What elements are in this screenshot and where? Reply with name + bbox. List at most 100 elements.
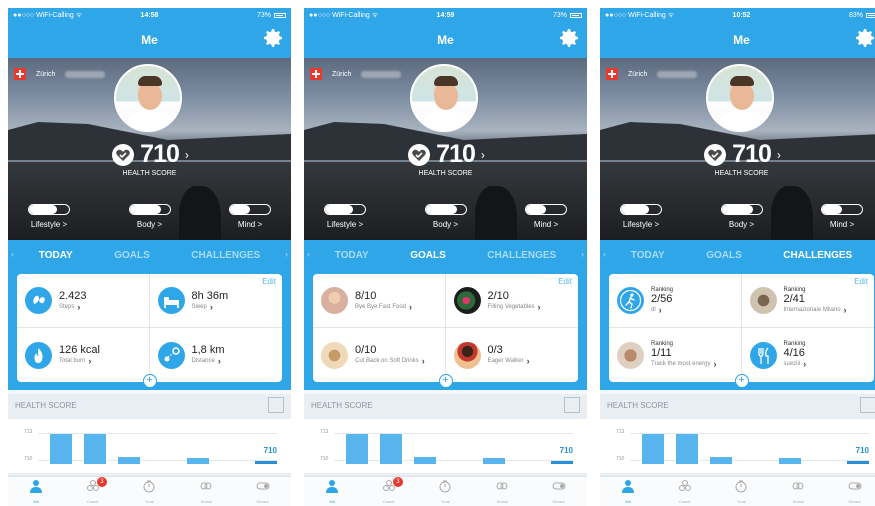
category-lifestyle[interactable]: Lifestyle >	[28, 204, 70, 229]
item-label: Cut Back on Soft Drinks	[355, 358, 419, 364]
summary-item[interactable]: 8/10 Bye Bye Fast Food ›	[313, 274, 446, 328]
battery-icon	[866, 12, 875, 18]
item-value: 2/41	[783, 292, 805, 305]
avatar[interactable]	[706, 64, 774, 132]
category-label: Mind >	[829, 220, 855, 229]
category-body[interactable]: Body >	[424, 204, 467, 229]
nav-bar: Me	[8, 22, 291, 58]
swiss-flag-icon	[14, 68, 26, 80]
item-label: dl	[651, 306, 656, 313]
avatar[interactable]	[114, 64, 182, 132]
tabbar-item-coach[interactable]: Coach	[665, 479, 705, 504]
chevron-left-icon[interactable]: ‹	[11, 249, 14, 259]
chart-bar	[118, 456, 141, 464]
tab-today[interactable]: TODAY	[335, 250, 369, 261]
battery-icon	[570, 12, 582, 18]
tab-today[interactable]: TODAY	[39, 250, 73, 261]
chart-bar	[84, 433, 107, 464]
item-label: Sleep	[191, 303, 207, 310]
tabbar-item-social[interactable]: Social	[778, 479, 818, 504]
category-mind[interactable]: Mind >	[525, 204, 567, 229]
notification-badge: 3	[96, 477, 107, 487]
add-button[interactable]: +	[438, 374, 453, 388]
tabbar-item-device[interactable]: Device	[539, 479, 579, 504]
tab-challenges[interactable]: CHALLENGES	[783, 250, 852, 261]
expand-icon[interactable]	[564, 397, 580, 413]
thumbnail	[453, 287, 481, 314]
health-score[interactable]: 710 ›	[304, 140, 587, 169]
item-label: Eager Walker	[487, 358, 524, 364]
chevron-right-icon[interactable]: ›	[581, 249, 584, 259]
summary-item[interactable]: Ranking 4/16 sueziii ›	[742, 328, 875, 382]
tabbar-item-device[interactable]: Device	[243, 479, 283, 504]
tabbar-label: Goal	[737, 499, 746, 504]
tabbar-item-device[interactable]: Device	[835, 479, 875, 504]
summary-item[interactable]: 2.423 Steps ›	[17, 274, 150, 328]
edit-button[interactable]: Edit	[854, 277, 868, 286]
chevron-right-icon[interactable]: ›	[285, 249, 288, 259]
edit-button[interactable]: Edit	[558, 277, 572, 286]
tabbar-item-me[interactable]: Me	[16, 479, 56, 504]
expand-icon[interactable]	[860, 397, 875, 413]
chevron-right-icon: ›	[77, 301, 81, 312]
add-button[interactable]: +	[734, 374, 749, 388]
tabbar-item-goal[interactable]: Goal	[721, 479, 761, 504]
summary-item[interactable]: 126 kcal Total burn ›	[17, 328, 150, 382]
health-score[interactable]: 710 ›	[600, 140, 875, 169]
item-value: 8/10	[355, 289, 377, 302]
chevron-left-icon[interactable]: ‹	[307, 249, 310, 259]
tab-goals[interactable]: GOALS	[114, 250, 150, 261]
item-value: 2.423	[59, 289, 87, 302]
chart-bar	[380, 433, 403, 464]
summary-card: Edit 8/10 Bye Bye Fast Food › 2/10 Filling…	[313, 274, 579, 388]
summary-item[interactable]: Ranking 2/56 dl ›	[609, 274, 742, 328]
heart-check-icon	[112, 143, 135, 166]
summary-item[interactable]: 0/3 Eager Walker ›	[446, 328, 579, 382]
tabbar-item-me[interactable]: Me	[608, 479, 648, 504]
category-scores: Lifestyle > Body > Mind >	[8, 204, 291, 229]
stopwatch-icon	[142, 479, 156, 498]
tabbar-item-me[interactable]: Me	[312, 479, 352, 504]
tabbar-item-goal[interactable]: Goal	[425, 479, 465, 504]
tabbar-item-social[interactable]: Social	[186, 479, 226, 504]
chevron-right-icon: ›	[409, 301, 413, 312]
category-mind[interactable]: Mind >	[821, 204, 863, 229]
category-label: Lifestyle >	[326, 220, 364, 229]
expand-icon[interactable]	[268, 397, 284, 413]
current-value-label: 710	[559, 446, 573, 456]
tab-today[interactable]: TODAY	[631, 250, 665, 261]
summary-item[interactable]: 0/10 Cut Back on Soft Drinks ›	[313, 328, 446, 382]
gear-icon[interactable]	[557, 26, 581, 50]
section-title: HEALTH SCORE	[311, 400, 373, 410]
category-body[interactable]: Body >	[720, 204, 763, 229]
gear-icon[interactable]	[261, 26, 285, 50]
section-title: HEALTH SCORE	[15, 400, 77, 410]
edit-button[interactable]: Edit	[262, 277, 276, 286]
health-score-section: HEALTH SCORE	[600, 390, 875, 416]
person-icon	[325, 479, 339, 498]
tabbar-item-coach[interactable]: Coach 3	[73, 477, 113, 504]
tabbar-item-social[interactable]: Social	[482, 479, 522, 504]
item-value: 2/56	[651, 292, 673, 305]
category-body[interactable]: Body >	[128, 204, 171, 229]
category-lifestyle[interactable]: Lifestyle >	[324, 204, 366, 229]
summary-item[interactable]: Ranking 1/11 Track the most energy ›	[609, 328, 742, 382]
profile-header: Zürich 710 › HEALTH SCORE Lifestyle > Bo…	[304, 58, 587, 240]
item-label: Bye Bye Fast Food	[355, 303, 407, 310]
category-mind[interactable]: Mind >	[229, 204, 271, 229]
gear-icon[interactable]	[853, 26, 875, 50]
chevron-left-icon[interactable]: ‹	[603, 249, 606, 259]
add-button[interactable]: +	[142, 374, 157, 388]
tab-goals[interactable]: GOALS	[706, 250, 742, 261]
health-score[interactable]: 710 ›	[8, 140, 291, 169]
tabbar-item-coach[interactable]: Coach 3	[369, 477, 409, 504]
health-score-value: 710	[140, 140, 180, 168]
summary-item[interactable]: 1,8 km Distance ›	[150, 328, 283, 382]
thumbnail	[321, 341, 348, 369]
tabbar-item-goal[interactable]: Goal	[129, 479, 169, 504]
avatar[interactable]	[410, 64, 478, 132]
tab-challenges[interactable]: CHALLENGES	[191, 250, 260, 261]
tab-goals[interactable]: GOALS	[410, 250, 446, 261]
tab-challenges[interactable]: CHALLENGES	[487, 250, 556, 261]
category-lifestyle[interactable]: Lifestyle >	[620, 204, 662, 229]
